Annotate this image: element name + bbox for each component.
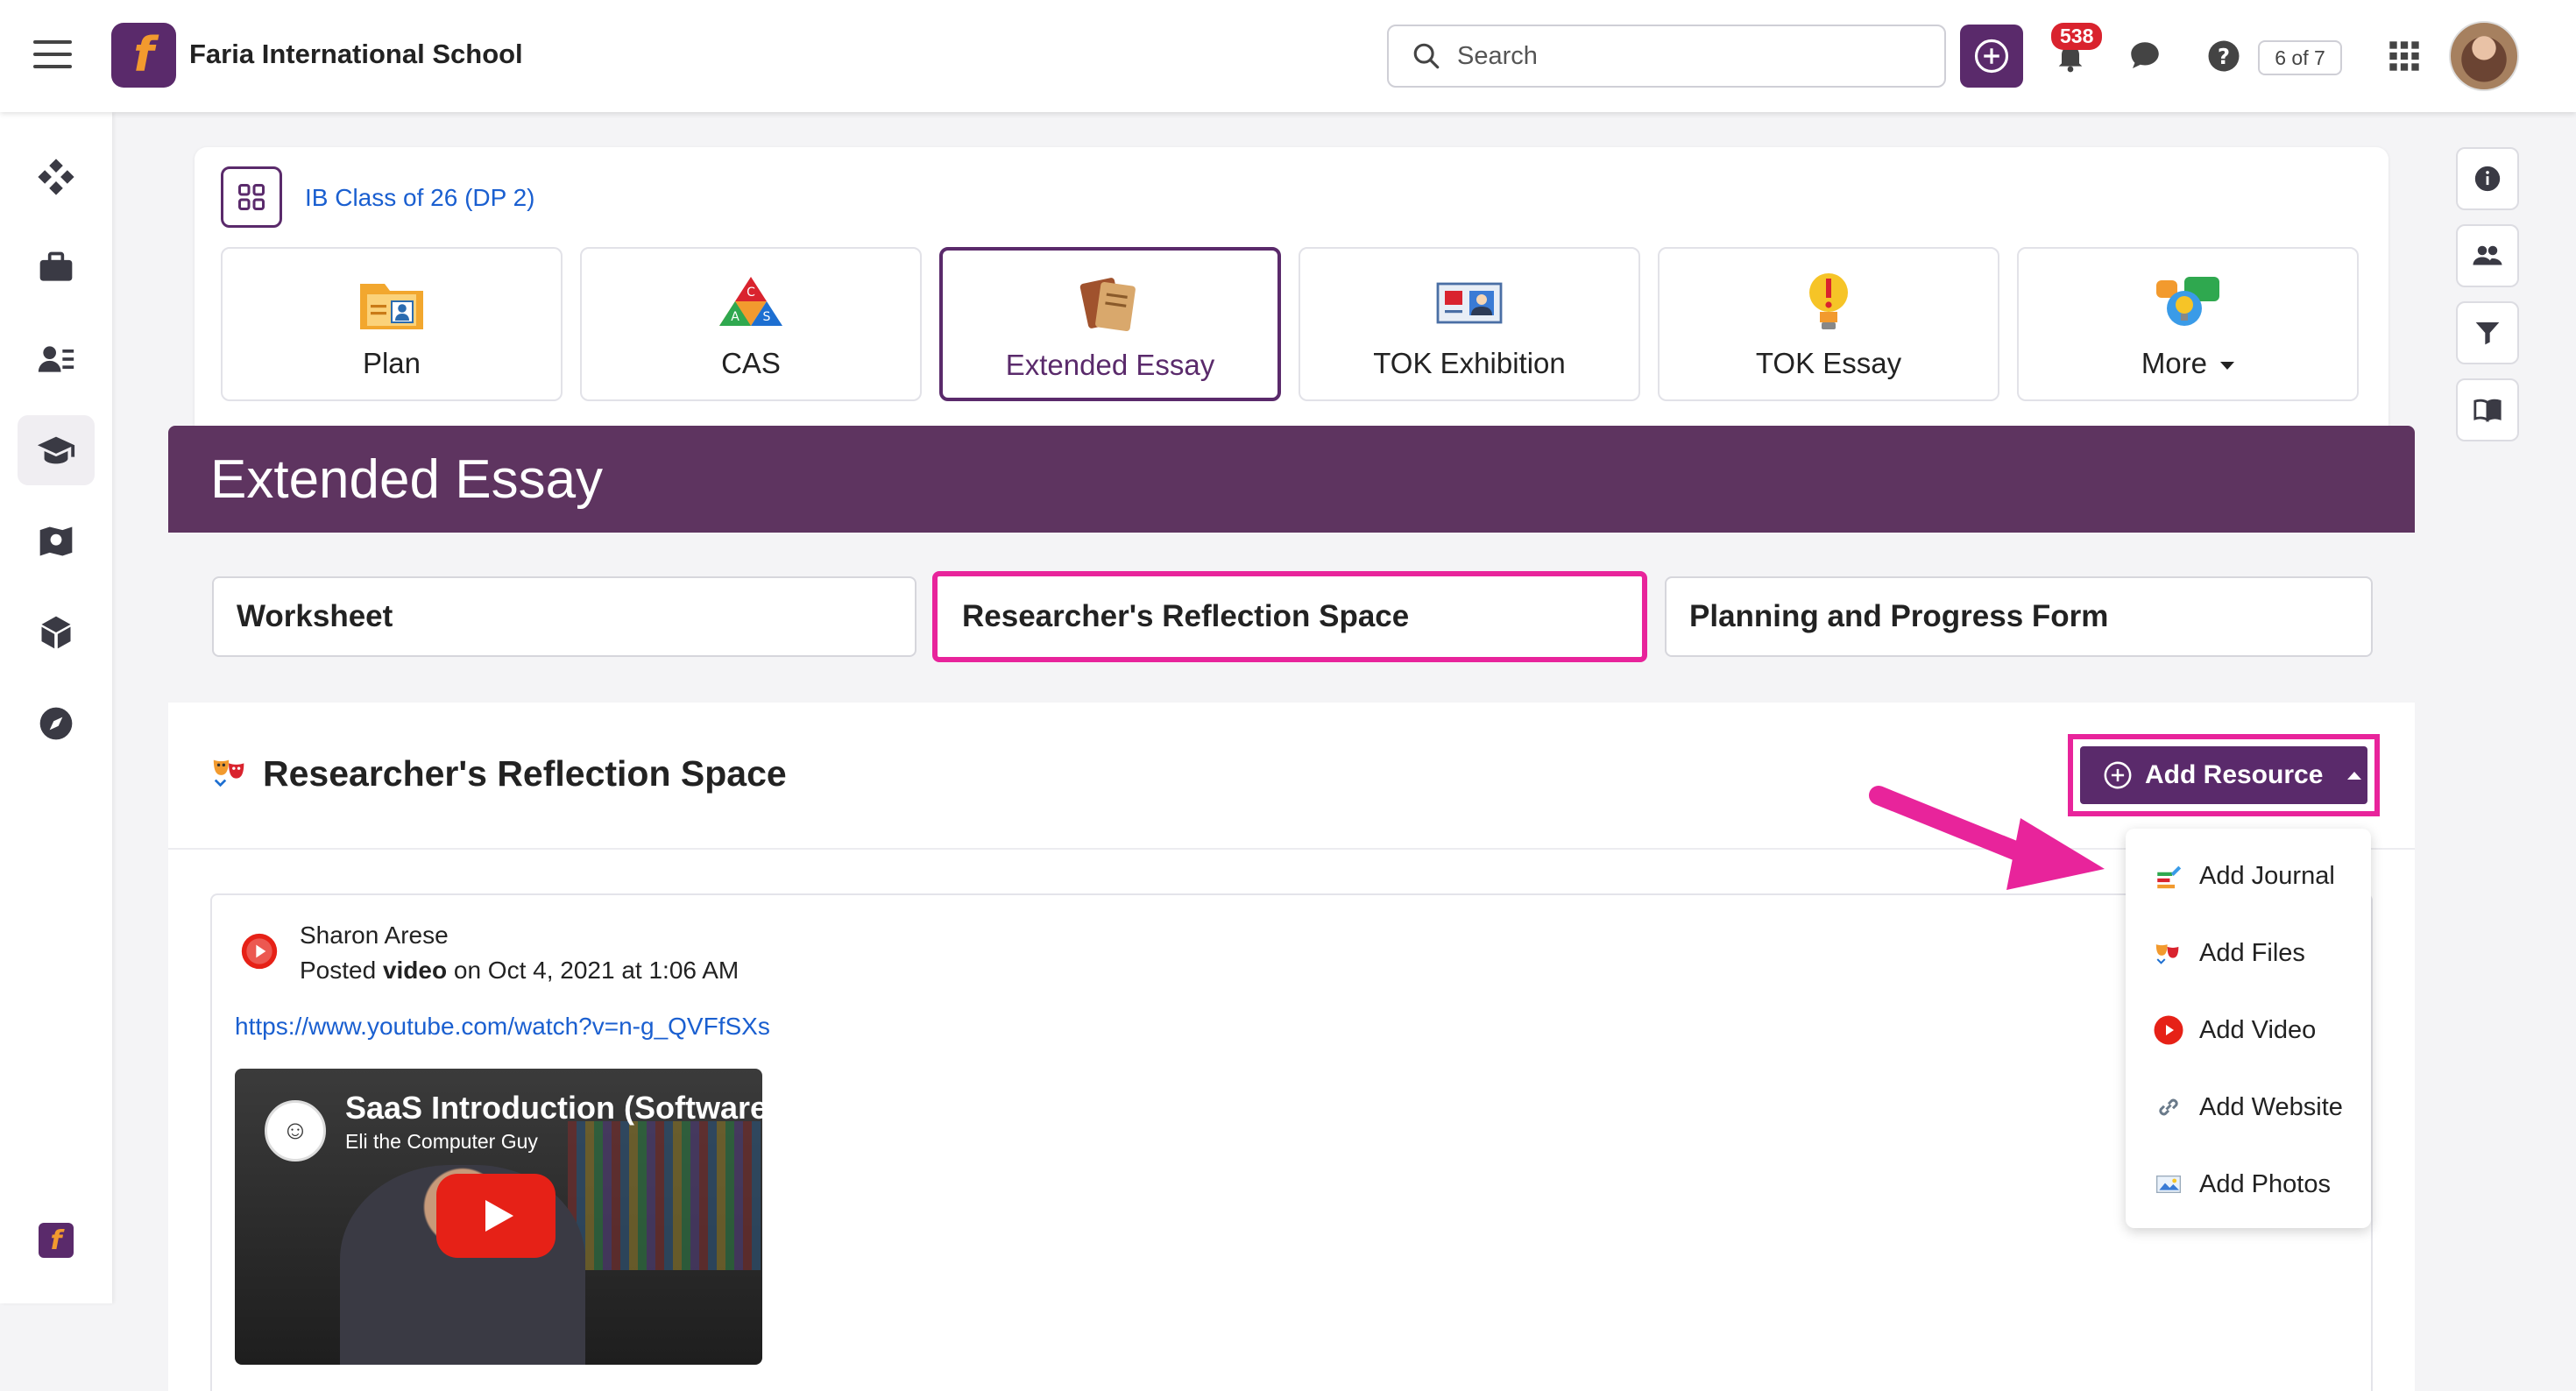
tile-extended-essay[interactable]: Extended Essay	[939, 247, 1281, 401]
cube-icon[interactable]	[18, 597, 95, 667]
channel-avatar-icon[interactable]: ☺	[265, 1100, 326, 1162]
tile-cas[interactable]: CA S CA S	[580, 247, 922, 401]
page-banner: Extended Essay	[168, 426, 2415, 533]
sub-tabs: Worksheet Researcher's Reflection Space …	[168, 533, 2415, 703]
photo-icon	[2152, 1168, 2185, 1201]
post-video-link[interactable]: https://www.youtube.com/watch?v=n-g_QVFf…	[235, 1013, 770, 1041]
page-counter[interactable]: 6 of 7	[2258, 40, 2342, 75]
annotation-arrow	[1869, 786, 2105, 890]
video-post-icon	[240, 932, 279, 971]
link-icon	[2152, 1091, 2185, 1124]
chat-icon[interactable]	[2124, 35, 2166, 77]
tile-more[interactable]: More	[2017, 247, 2359, 401]
students-icon[interactable]	[18, 324, 95, 394]
video-thumbnail[interactable]: ☺ SaaS Introduction (Software Eli the Co…	[235, 1069, 762, 1365]
add-button[interactable]	[1960, 25, 2023, 88]
search-box[interactable]	[1387, 25, 1946, 88]
class-link[interactable]: IB Class of 26 (DP 2)	[305, 184, 534, 212]
grid-icon	[238, 184, 265, 210]
faria-logo[interactable]: f	[111, 23, 176, 88]
caret-up-icon	[2347, 771, 2362, 780]
svg-text:A: A	[731, 310, 740, 324]
class-grid-button[interactable]	[221, 166, 282, 228]
menu-item-add-files[interactable]: Add Files	[2152, 927, 2305, 979]
play-button-icon[interactable]	[436, 1174, 556, 1258]
filter-icon[interactable]	[2456, 301, 2519, 364]
help-icon[interactable]: ?	[2203, 35, 2245, 77]
more-chat-icon	[2153, 268, 2223, 335]
tile-plan[interactable]: Plan	[221, 247, 563, 401]
video-title: SaaS Introduction (Software	[345, 1090, 762, 1126]
caret-down-icon	[2220, 361, 2235, 370]
section-title: Researcher's Reflection Space	[263, 753, 787, 794]
essay-books-icon	[1077, 270, 1143, 336]
files-icon	[2152, 936, 2185, 970]
svg-text:?: ?	[2218, 44, 2230, 69]
map-book-icon[interactable]	[18, 506, 95, 576]
left-nav: f	[0, 112, 112, 1303]
tab-worksheet[interactable]: Worksheet	[212, 576, 916, 657]
section-header: Researcher's Reflection Space	[210, 753, 787, 794]
briefcase-icon[interactable]	[18, 233, 95, 303]
add-resource-menu: Add Journal Add Files Add Video Add Webs…	[2126, 829, 2371, 1228]
user-avatar[interactable]	[2449, 21, 2519, 91]
menu-icon[interactable]	[33, 40, 72, 72]
post-author[interactable]: Sharon Arese	[300, 921, 449, 950]
post-card: Sharon Arese Posted video on Oct 4, 2021…	[210, 893, 2373, 1391]
apps-grid-icon[interactable]	[2383, 35, 2425, 77]
plan-folder-icon	[357, 268, 427, 335]
tab-planning-progress-form[interactable]: Planning and Progress Form	[1665, 576, 2373, 657]
video-play-icon	[2152, 1013, 2185, 1047]
search-input[interactable]	[1457, 41, 1913, 71]
compass-icon[interactable]	[18, 688, 95, 759]
class-card: IB Class of 26 (DP 2) Plan CA S CA S Exten…	[195, 147, 2388, 436]
menu-item-add-website[interactable]: Add Website	[2152, 1081, 2343, 1133]
info-icon[interactable]	[2456, 147, 2519, 210]
video-channel: Eli the Computer Guy	[345, 1130, 538, 1153]
book-open-icon[interactable]	[2456, 378, 2519, 441]
plus-circle-icon	[1974, 39, 2009, 74]
tile-tok-essay[interactable]: TOK Essay	[1658, 247, 1999, 401]
lightbulb-icon	[1801, 268, 1857, 335]
tok-exhibition-icon	[1434, 268, 1504, 335]
graduation-cap-icon[interactable]	[18, 415, 95, 485]
search-icon	[1413, 43, 1440, 69]
menu-item-add-journal[interactable]: Add Journal	[2152, 850, 2335, 902]
svg-text:S: S	[763, 310, 771, 324]
top-bar: f Faria International School 538 ? 6 of …	[0, 0, 2576, 112]
faria-small-logo[interactable]: f	[39, 1223, 74, 1258]
page-title: Extended Essay	[210, 449, 604, 510]
post-meta: Posted video on Oct 4, 2021 at 1:06 AM	[300, 957, 740, 984]
menu-item-add-photos[interactable]: Add Photos	[2152, 1158, 2331, 1211]
theatre-masks-icon	[210, 754, 251, 794]
tile-tok-exhibition[interactable]: TOK Exhibition	[1299, 247, 1640, 401]
journal-icon	[2152, 859, 2185, 893]
menu-item-add-video[interactable]: Add Video	[2152, 1004, 2316, 1056]
cas-triangle-icon: CA S	[716, 268, 786, 335]
notification-badge: 538	[2051, 23, 2103, 50]
dashboard-icon[interactable]	[18, 142, 95, 212]
school-name: Faria International School	[189, 39, 523, 69]
bookshelf-background	[568, 1121, 761, 1270]
people-icon[interactable]	[2456, 224, 2519, 287]
svg-text:C: C	[747, 286, 755, 300]
tab-researchers-reflection-space[interactable]: Researcher's Reflection Space	[932, 571, 1647, 662]
